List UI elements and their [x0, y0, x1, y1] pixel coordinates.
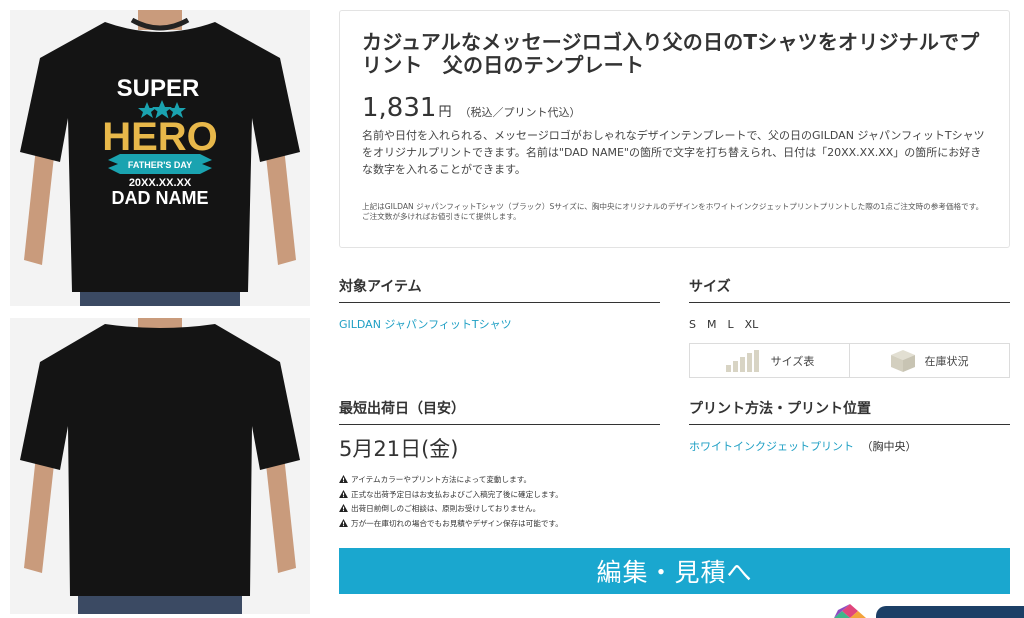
box-icon	[890, 349, 915, 372]
size-options: S M L XL	[689, 318, 759, 331]
design-ribbon-text: FATHER'S DAY	[128, 160, 192, 170]
product-title: カジュアルなメッセージロゴ入り父の日のTシャツをオリジナルでプリント 父の日のテ…	[362, 30, 980, 77]
price-row: 1,831 円 （税込／プリント代込）	[362, 93, 987, 123]
print-position: （胸中央）	[861, 440, 917, 453]
item-link[interactable]: GILDAN ジャパンフィットTシャツ	[339, 316, 660, 332]
size-chart-icon	[725, 349, 761, 372]
warning-icon	[339, 518, 348, 527]
edit-estimate-button[interactable]: 編集・見積へ	[339, 548, 1010, 594]
product-image-back[interactable]	[10, 318, 310, 614]
print-method-heading: プリント方法・プリント位置	[689, 398, 1010, 425]
warning-icon	[339, 475, 348, 483]
stock-status-button[interactable]: 在庫状況	[850, 343, 1010, 378]
shipping-heading: 最短出荷日（目安）	[339, 398, 660, 425]
price-note: （税込／プリント代込）	[459, 106, 581, 119]
size-chart-button[interactable]: サイズ表	[689, 343, 850, 378]
chat-widget-button[interactable]	[876, 606, 1024, 618]
size-heading: サイズ	[689, 276, 1010, 303]
product-image-front[interactable]: SUPER HERO FATHER'S DAY 20XX.XX.XX DAD N…	[10, 10, 310, 306]
shipping-notes: アイテムカラーやプリント方法によって変動します。 正式な出荷予定日はお支払および…	[339, 473, 660, 531]
shipping-section: 最短出荷日（目安） 5月21日(金) アイテムカラーやプリント方法によって変動し…	[339, 398, 660, 531]
print-method-section: プリント方法・プリント位置 ホワイトインクジェットプリント （胸中央）	[689, 398, 1010, 454]
size-chart-label: サイズ表	[770, 354, 815, 368]
design-super-text: SUPER	[117, 75, 200, 102]
print-method-row: ホワイトインクジェットプリント （胸中央）	[689, 438, 1010, 454]
warning-icon	[339, 504, 348, 512]
design-name-text: DAD NAME	[112, 188, 209, 208]
tshirt-front-illustration: SUPER HERO FATHER'S DAY 20XX.XX.XX DAD N…	[10, 10, 310, 306]
shipping-note: 出荷日前倒しのご相談は、原則お受けしておりません。	[339, 502, 660, 517]
warning-icon	[339, 489, 348, 498]
design-hero-text: HERO	[102, 115, 218, 159]
print-method-link[interactable]: ホワイトインクジェットプリント	[689, 440, 854, 453]
target-item-heading: 対象アイテム	[339, 276, 660, 303]
shipping-note: アイテムカラーやプリント方法によって変動します。	[339, 473, 660, 488]
price-fine-print: 上記はGILDAN ジャパンフィットTシャツ（ブラック）Sサイズに、胸中央にオリ…	[362, 202, 984, 221]
logo-icon	[834, 604, 866, 618]
shipping-note: 万が一在庫切れの場合でもお見積やデザイン保存は可能です。	[339, 517, 660, 532]
price-value: 1,831	[362, 93, 437, 123]
shipping-note: 正式な出荷予定日はお支払およびご入稿完了後に確定します。	[339, 488, 660, 503]
price-unit: 円	[438, 105, 452, 120]
target-item-section: 対象アイテム GILDAN ジャパンフィットTシャツ	[339, 276, 660, 332]
tshirt-back-illustration	[10, 318, 310, 614]
size-section: サイズ S M L XL	[689, 276, 1010, 332]
shipping-date: 5月21日(金)	[339, 437, 459, 461]
stock-status-label: 在庫状況	[924, 354, 969, 368]
size-button-row: サイズ表 在庫状況	[689, 343, 1010, 378]
product-info-card: カジュアルなメッセージロゴ入り父の日のTシャツをオリジナルでプリント 父の日のテ…	[339, 10, 1010, 248]
product-description: 名前や日付を入れられる、メッセージロゴがおしゃれなデザインテンプレートで、父の日…	[362, 129, 985, 176]
